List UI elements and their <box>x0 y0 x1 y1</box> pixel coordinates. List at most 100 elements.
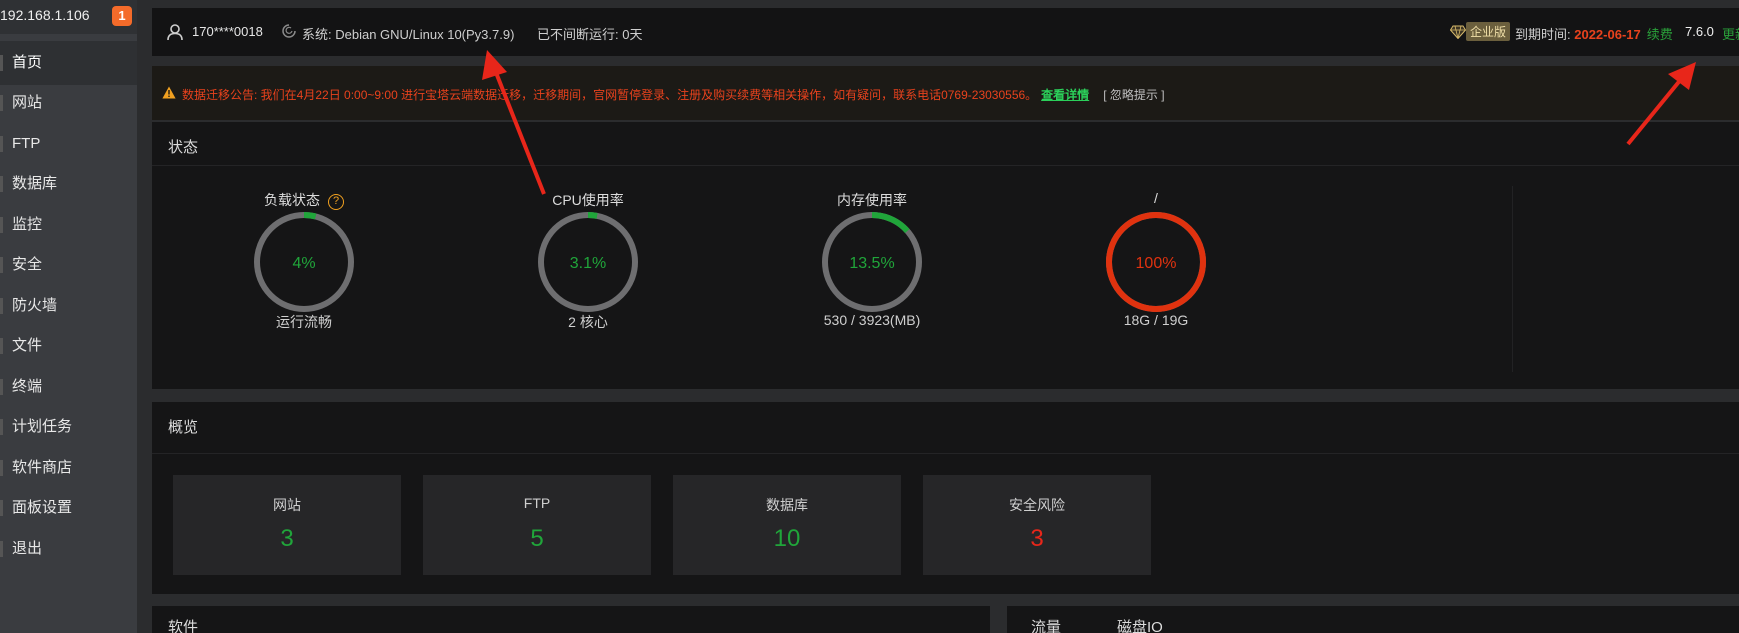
status-panel: 状态 负载状态? 4% 运行流畅 CPU使用率 3.1% 2 核心 内存使用率 <box>152 122 1739 389</box>
sidebar-header: 192.168.1.106 1 <box>0 0 137 34</box>
sidebar-item-firewall[interactable]: 防火墙 <box>0 284 137 328</box>
overview-card-databases[interactable]: 数据库 10 <box>673 475 901 575</box>
sidebar: 192.168.1.106 1 首页 网站 FTP 数据库 监控 安全 防火墙 … <box>0 0 137 633</box>
diamond-icon <box>1450 25 1466 39</box>
card-value[interactable]: 5 <box>423 525 651 553</box>
tab-disk-io[interactable]: 磁盘IO <box>1117 616 1163 633</box>
panel-divider <box>152 453 1739 454</box>
system-info: 系统: Debian GNU/Linux 10(Py3.7.9) <box>302 27 515 42</box>
gauge-label: 负载状态? <box>204 190 404 210</box>
sidebar-item-home[interactable]: 首页 <box>0 41 137 85</box>
sidebar-item-cron[interactable]: 计划任务 <box>0 405 137 449</box>
nav-marker <box>0 176 3 192</box>
nav-marker <box>0 500 3 516</box>
server-ip: 192.168.1.106 <box>0 7 90 23</box>
expire-date: 2022-06-17 <box>1574 27 1641 42</box>
gauge-ring: 100% <box>1106 212 1206 312</box>
nav-marker <box>0 338 3 354</box>
sidebar-item-logout[interactable]: 退出 <box>0 527 137 571</box>
card-label: 数据库 <box>766 497 808 513</box>
card-value[interactable]: 10 <box>673 525 901 553</box>
system-icon <box>282 24 296 38</box>
tab-traffic[interactable]: 流量 <box>1031 616 1061 633</box>
sidebar-item-app-store[interactable]: 软件商店 <box>0 446 137 490</box>
gauge-ring: 3.1% <box>538 212 638 312</box>
account-name[interactable]: 170****0018 <box>192 24 263 39</box>
nav-marker <box>0 460 3 476</box>
sidebar-item-label: 终端 <box>12 378 43 395</box>
gauge-value: 100% <box>1136 255 1177 272</box>
gauge-subtext: 18G / 19G <box>1123 312 1189 328</box>
announcement-bar: 数据迁移公告: 我们在4月22日 0:00~9:00 进行宝塔云端数据迁移，迁移… <box>152 66 1739 120</box>
ignore-notice-link[interactable]: [ 忽略提示 ] <box>1103 88 1164 102</box>
announcement-text: 数据迁移公告: 我们在4月22日 0:00~9:00 进行宝塔云端数据迁移，迁移… <box>182 86 1165 103</box>
gauge-subtext: 2 核心 <box>568 314 608 330</box>
sidebar-item-label: 监控 <box>12 216 43 233</box>
sidebar-item-terminal[interactable]: 终端 <box>0 365 137 409</box>
sidebar-item-label: 退出 <box>12 540 43 557</box>
overview-title: 概览 <box>168 419 199 436</box>
overview-card-websites[interactable]: 网站 3 <box>173 475 401 575</box>
panel-divider <box>152 165 1739 166</box>
status-separator <box>1512 186 1513 372</box>
sidebar-item-label: 数据库 <box>12 175 58 192</box>
sidebar-item-label: 计划任务 <box>12 418 73 435</box>
nav-marker <box>0 136 3 152</box>
gauge-subtext: 530 / 3923(MB) <box>823 312 921 328</box>
nav-marker <box>0 379 3 395</box>
overview-card-ftp[interactable]: FTP 5 <box>423 475 651 575</box>
sidebar-item-monitor[interactable]: 监控 <box>0 203 137 247</box>
traffic-panel: 流量 磁盘IO <box>1007 606 1739 633</box>
uptime-info: 已不间断运行: 0天 <box>537 27 643 42</box>
update-link[interactable]: 更新 <box>1722 24 1739 43</box>
gauge-ring: 13.5% <box>822 212 922 312</box>
gauge-subtext: 运行流畅 <box>276 314 332 330</box>
nav-marker <box>0 541 3 557</box>
sidebar-item-website[interactable]: 网站 <box>0 81 137 125</box>
sidebar-item-panel-settings[interactable]: 面板设置 <box>0 486 137 530</box>
sidebar-item-label: 首页 <box>12 54 43 71</box>
warning-icon <box>162 86 176 99</box>
card-label: 安全风险 <box>1009 497 1065 513</box>
sidebar-item-label: FTP <box>12 135 41 152</box>
edition-badge: 企业版 <box>1450 22 1511 42</box>
gauge-label: CPU使用率 <box>552 192 624 208</box>
top-header: 170****0018 系统: Debian GNU/Linux 10(Py3.… <box>152 8 1739 56</box>
gauge-label: / <box>1154 190 1158 206</box>
status-title: 状态 <box>168 139 199 156</box>
nav-marker <box>0 55 3 71</box>
view-details-link[interactable]: 查看详情 <box>1041 88 1089 102</box>
sidebar-item-ftp[interactable]: FTP <box>0 122 137 166</box>
card-label: 网站 <box>273 497 301 513</box>
sidebar-item-label: 文件 <box>12 337 43 354</box>
user-icon <box>167 24 183 41</box>
gauge-value: 4% <box>292 255 315 272</box>
nav-marker <box>0 419 3 435</box>
card-value[interactable]: 3 <box>173 525 401 553</box>
sidebar-item-label: 网站 <box>12 94 43 111</box>
gauge-ring: 4% <box>254 212 354 312</box>
sidebar-item-label: 安全 <box>12 256 43 273</box>
notification-badge[interactable]: 1 <box>112 6 132 26</box>
help-icon[interactable]: ? <box>328 194 344 210</box>
gauge-value: 13.5% <box>849 255 894 272</box>
nav-marker <box>0 217 3 233</box>
card-value[interactable]: 3 <box>923 525 1151 553</box>
software-title: 软件 <box>168 619 199 633</box>
nav-marker <box>0 257 3 273</box>
nav-marker <box>0 298 3 314</box>
expire-label: 到期时间: <box>1515 27 1575 42</box>
edition-label: 企业版 <box>1466 22 1511 41</box>
software-panel: 软件 <box>152 606 990 633</box>
renew-link[interactable]: 续费 <box>1647 27 1673 42</box>
gauge-value: 3.1% <box>570 255 606 272</box>
sidebar-item-database[interactable]: 数据库 <box>0 162 137 206</box>
overview-card-security-risk[interactable]: 安全风险 3 <box>923 475 1151 575</box>
sidebar-item-files[interactable]: 文件 <box>0 324 137 368</box>
announcement-message: 数据迁移公告: 我们在4月22日 0:00~9:00 进行宝塔云端数据迁移，迁移… <box>182 88 1038 102</box>
app-root: 192.168.1.106 1 首页 网站 FTP 数据库 监控 安全 防火墙 … <box>0 0 1739 633</box>
gauge-label: 内存使用率 <box>837 192 907 208</box>
sidebar-item-security[interactable]: 安全 <box>0 243 137 287</box>
sidebar-item-label: 软件商店 <box>12 459 73 476</box>
expire-info: 到期时间: 2022-06-17 续费 <box>1515 24 1673 43</box>
